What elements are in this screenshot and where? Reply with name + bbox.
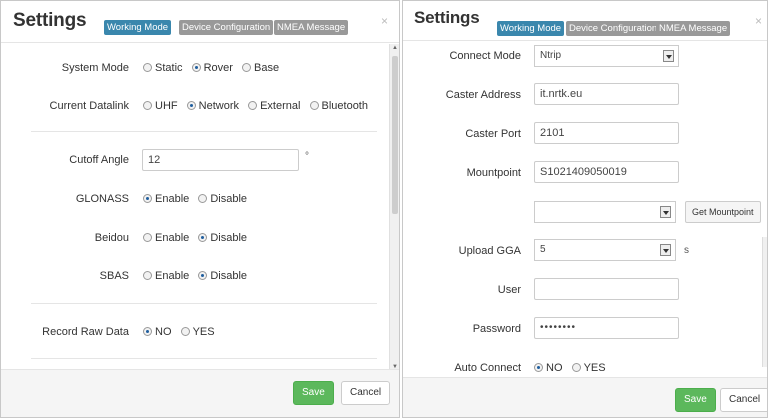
system-mode-option-static[interactable]: Static [143,62,183,74]
glonass-label: GLONASS [75,193,129,205]
user-input[interactable] [534,278,679,300]
password-label: Password [472,323,521,335]
radio-selected-icon[interactable] [534,363,543,372]
cancel-button[interactable]: Cancel [720,388,767,412]
mountpoint-label: Mountpoint [466,167,521,179]
connect-mode-label: Connect Mode [449,50,521,62]
sbas-option-enable[interactable]: Enable [143,270,189,282]
dialog-title: Settings [13,10,87,31]
radio-icon[interactable] [143,271,152,280]
sbas-radio-group: Enable Disable [143,270,253,282]
user-label: User [497,284,521,296]
radio-selected-icon[interactable] [191,63,201,72]
radio-icon[interactable] [198,194,208,203]
mountpoint-list-select[interactable] [534,201,676,223]
glonass-option-disable[interactable]: Disable [198,193,247,205]
cutoff-angle-unit: ° [305,151,309,162]
divider [31,358,377,359]
system-mode-option-rover[interactable]: Rover [191,62,233,74]
beidou-label: Beidou [94,232,129,244]
current-datalink-radio-group: UHF Network External Bluetooth [143,100,374,112]
cutoff-angle-input[interactable]: 12 [142,149,299,171]
sbas-label: SBAS [99,270,129,282]
chevron-down-icon[interactable] [660,206,671,218]
password-input[interactable]: •••••••• [534,317,679,339]
radio-icon[interactable] [180,327,190,336]
radio-icon[interactable] [571,363,581,372]
dialog-footer: Save Cancel [403,377,767,417]
upload-gga-label: Upload GGA [458,245,521,257]
cutoff-angle-label: Cutoff Angle [69,154,129,166]
record-raw-option-yes[interactable]: YES [180,326,215,338]
scrollbar-thumb[interactable] [392,56,398,214]
tab-device-configuration[interactable]: Device Configuration [566,21,661,36]
beidou-option-disable[interactable]: Disable [198,232,247,244]
radio-selected-icon[interactable] [143,327,152,336]
sbas-option-disable[interactable]: Disable [198,270,247,282]
close-icon[interactable]: × [381,14,388,28]
radio-selected-icon[interactable] [143,194,152,203]
caster-port-input[interactable]: 2101 [534,122,679,144]
glonass-radio-group: Enable Disable [143,193,253,205]
settings-dialog-network: Settings Working Mode Device Configurati… [402,0,768,418]
dialog-header: Settings Working Mode Device Configurati… [1,1,399,43]
tab-working-mode[interactable]: Working Mode [104,20,172,35]
system-mode-option-base[interactable]: Base [241,62,279,74]
beidou-radio-group: Enable Disable [143,232,253,244]
scrollbar[interactable]: ▲ ▼ [389,44,399,371]
current-datalink-label: Current Datalink [49,100,129,112]
auto-connect-label: Auto Connect [454,362,521,374]
get-mountpoint-button[interactable]: Get Mountpoint [685,201,761,223]
radio-icon[interactable] [309,101,319,110]
tab-nmea-message[interactable]: NMEA Message [656,21,731,36]
scroll-up-icon[interactable]: ▲ [390,44,399,52]
dialog-footer: Save Cancel [1,369,399,417]
chevron-down-icon[interactable] [660,244,671,256]
auto-connect-radio-group: NO YES [534,362,612,374]
connect-mode-select[interactable]: Ntrip [534,45,679,67]
record-raw-option-no[interactable]: NO [143,326,172,338]
upload-gga-select[interactable]: 5 [534,239,676,261]
divider [31,131,377,132]
dialog-header: Settings Working Mode Device Configurati… [403,1,767,41]
cancel-button[interactable]: Cancel [341,381,391,405]
caster-port-label: Caster Port [465,128,521,140]
tab-working-mode[interactable]: Working Mode [497,21,565,36]
scrollbar-thumb[interactable] [762,237,767,367]
radio-icon[interactable] [143,101,152,110]
system-mode-radio-group: Static Rover Base [143,62,285,74]
datalink-option-external[interactable]: External [248,100,300,112]
datalink-option-network[interactable]: Network [186,100,239,112]
mountpoint-input[interactable]: S1021409050019 [534,161,679,183]
save-button[interactable]: Save [293,381,334,405]
radio-selected-icon[interactable] [198,271,208,280]
auto-connect-option-yes[interactable]: YES [571,362,606,374]
caster-address-label: Caster Address [445,89,521,101]
radio-icon[interactable] [143,63,152,72]
radio-selected-icon[interactable] [198,233,208,242]
chevron-down-icon[interactable] [663,50,674,62]
glonass-option-enable[interactable]: Enable [143,193,189,205]
radio-icon[interactable] [248,101,258,110]
settings-dialog-working-mode: Settings Working Mode Device Configurati… [0,0,400,418]
save-button[interactable]: Save [675,388,716,412]
datalink-option-uhf[interactable]: UHF [143,100,178,112]
auto-connect-option-no[interactable]: NO [534,362,563,374]
system-mode-label: System Mode [61,62,129,74]
divider [31,303,377,304]
radio-icon[interactable] [143,233,152,242]
radio-icon[interactable] [241,63,251,72]
beidou-option-enable[interactable]: Enable [143,232,189,244]
radio-selected-icon[interactable] [186,101,196,110]
caster-address-input[interactable]: it.nrtk.eu [534,83,679,105]
datalink-option-bluetooth[interactable]: Bluetooth [309,100,368,112]
upload-gga-unit: s [684,245,689,256]
record-raw-data-label: Record Raw Data [42,326,129,338]
close-icon[interactable]: × [755,14,762,28]
tab-device-configuration[interactable]: Device Configuration [179,20,274,35]
dialog-title: Settings [414,8,480,27]
record-raw-data-radio-group: NO YES [143,326,221,338]
tab-nmea-message[interactable]: NMEA Message [274,20,349,35]
